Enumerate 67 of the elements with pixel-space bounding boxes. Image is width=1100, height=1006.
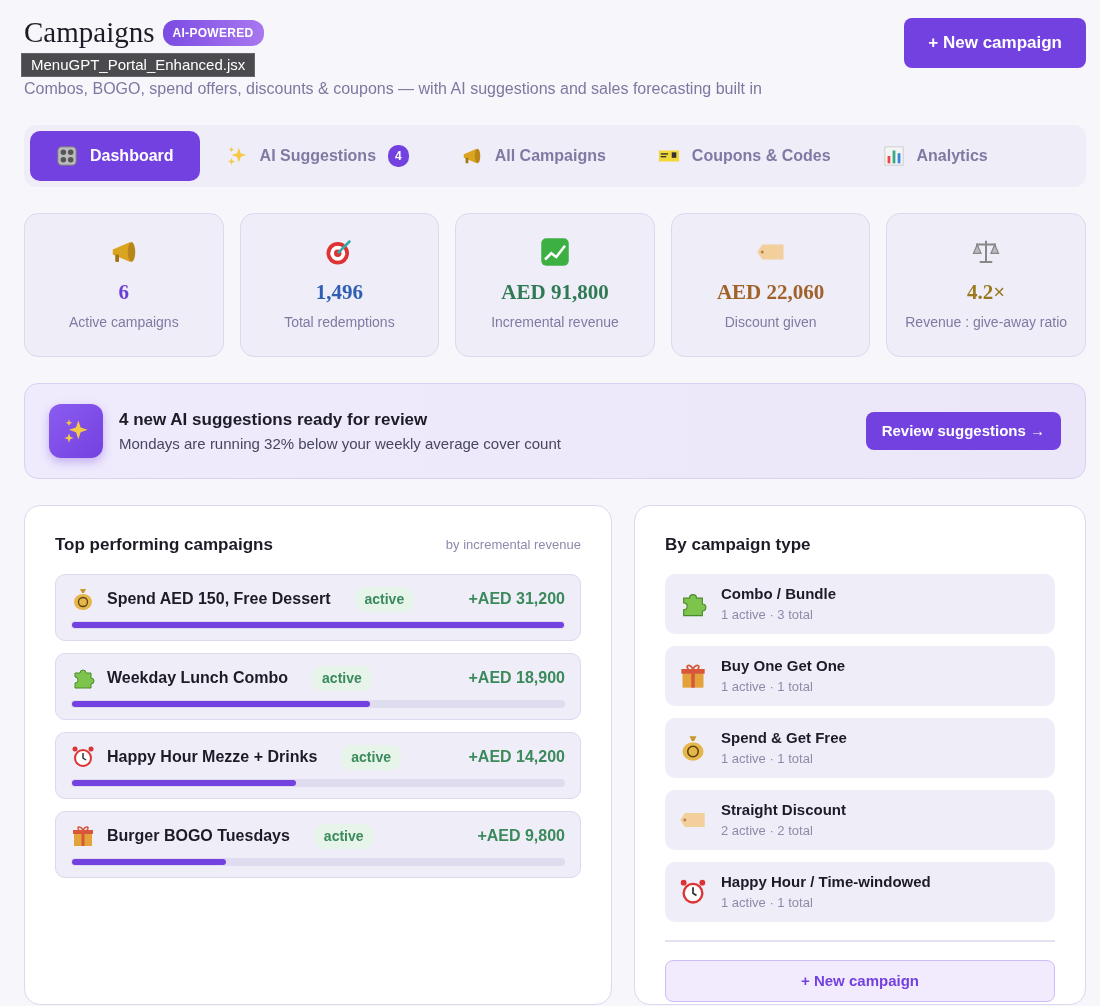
tab[interactable]: All Campaigns: [434, 131, 632, 181]
ai-badge: AI-POWERED: [162, 19, 264, 46]
campaign-row[interactable]: Happy Hour Mezze + Drinks active +AED 14,200: [55, 731, 581, 799]
stat-value: 6: [118, 278, 130, 306]
campaign-name: Spend AED 150, Free Dessert: [107, 589, 331, 609]
status-pill: active: [313, 823, 374, 849]
campaign-name: Happy Hour Mezze + Drinks: [107, 747, 318, 767]
campaign-row[interactable]: Weekday Lunch Combo active +AED 18,900: [55, 652, 581, 720]
stat-value: 1,496: [315, 278, 363, 306]
sparkles-icon: [225, 145, 248, 167]
count-badge: 4: [388, 145, 409, 167]
panel-note: by incremental revenue: [445, 536, 581, 554]
type-counts: 1 active · 1 total: [721, 894, 814, 912]
panel-title: By campaign type: [665, 534, 812, 556]
stat-value: 4.2×: [967, 278, 1006, 306]
type-row[interactable]: Happy Hour / Time-windowed 1 active · 1 total: [665, 861, 1055, 922]
type-counts: 1 active · 1 total: [721, 678, 814, 696]
campaign-row[interactable]: Burger BOGO Tuesdays active +AED 9,800: [55, 810, 581, 878]
stat-label: Incremental revenue: [491, 313, 619, 333]
type-counts: 1 active · 1 total: [721, 750, 814, 768]
campaign-name: Weekday Lunch Combo: [107, 668, 289, 688]
status-pill: active: [341, 744, 401, 770]
review-suggestions-button[interactable]: Review suggestions →: [865, 411, 1061, 451]
type-name: Happy Hour / Time-windowed: [721, 871, 931, 892]
status-pill: active: [354, 586, 415, 612]
campaign-name: Burger BOGO Tuesdays: [107, 826, 290, 846]
stat-label: Revenue : give-away ratio: [905, 313, 1068, 333]
page-title: Campaigns: [24, 18, 155, 47]
type-row[interactable]: Combo / Bundle 1 active · 3 total: [665, 573, 1055, 634]
stat-label: Active campaigns: [68, 313, 179, 333]
type-row[interactable]: Buy One Get One 1 active · 1 total: [665, 645, 1055, 706]
grid-icon: [56, 145, 78, 167]
campaign-revenue: +AED 9,800: [477, 826, 565, 846]
type-counts: 1 active · 3 total: [721, 606, 814, 624]
campaign-row[interactable]: Spend AED 150, Free Dessert active +AED 31,200: [55, 573, 581, 641]
type-name: Straight Discount: [721, 799, 846, 820]
banner-text: Mondays are running 32% below your weekly average cover count: [119, 433, 562, 454]
type-row[interactable]: Straight Discount 2 active · 2 total: [665, 789, 1055, 850]
new-campaign-button[interactable]: + New campaign: [665, 959, 1055, 1002]
puzzle-piece-icon: [71, 666, 95, 690]
stat-label: Total redemptions: [284, 313, 395, 333]
page-subtitle: Combos, BOGO, spend offers, discounts & coupons — with AI suggestions and sales forecasting built in: [24, 79, 762, 99]
file-tooltip: MenuGPT_Portal_Enhanced.jsx: [21, 53, 256, 77]
tab[interactable]: Dashboard: [30, 131, 200, 181]
alarm-clock-icon: [71, 745, 95, 769]
bar-chart-icon: [882, 145, 905, 167]
banner-title: 4 new AI suggestions ready for review: [119, 409, 429, 431]
campaign-revenue: +AED 18,900: [468, 668, 565, 688]
new-campaign-button[interactable]: + New campaign: [904, 18, 1086, 68]
stat-label: Discount given: [724, 313, 817, 333]
chart-icon: [540, 236, 570, 267]
tab[interactable]: Analytics: [856, 131, 1014, 181]
stat-value: AED 91,800: [501, 278, 609, 306]
type-name: Buy One Get One: [721, 655, 846, 676]
campaign-revenue: +AED 14,200: [468, 747, 565, 767]
tab[interactable]: AI Suggestions 4: [199, 131, 435, 181]
tab[interactable]: Coupons & Codes: [631, 131, 857, 181]
type-row[interactable]: Spend & Get Free 1 active · 1 total: [665, 717, 1055, 778]
panel-title: Top performing campaigns: [55, 534, 273, 556]
type-name: Combo / Bundle: [721, 583, 836, 604]
gift-icon: [71, 824, 95, 848]
campaign-revenue: +AED 31,200: [468, 589, 565, 609]
status-pill: active: [312, 665, 372, 691]
alarm-clock-icon: [679, 877, 707, 906]
stat-value: AED 22,060: [716, 278, 825, 306]
type-name: Spend & Get Free: [721, 727, 847, 748]
type-counts: 2 active · 2 total: [721, 822, 814, 840]
